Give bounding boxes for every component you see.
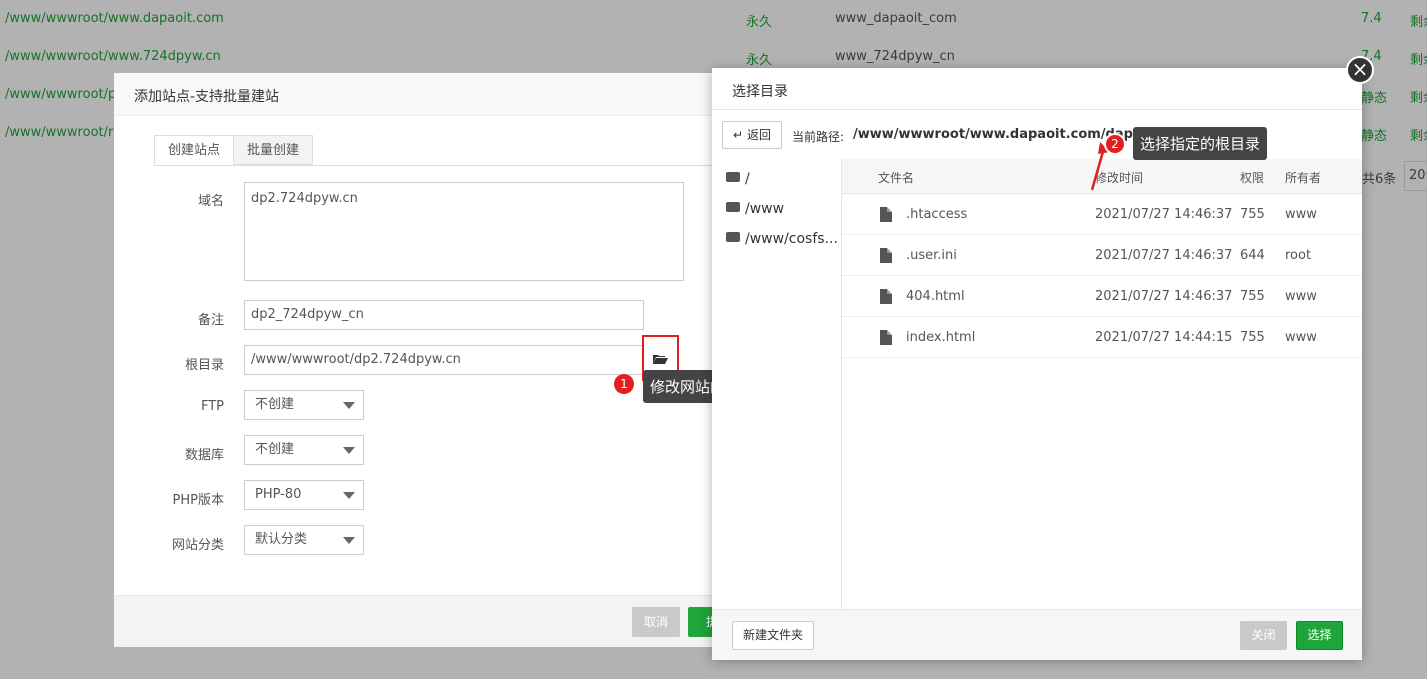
- disk-icon: [726, 172, 740, 182]
- file-perm: 644: [1240, 248, 1265, 263]
- col-owner[interactable]: 所有者: [1285, 169, 1321, 186]
- file-owner: www: [1285, 207, 1317, 222]
- file-name: .htaccess: [906, 207, 968, 222]
- current-path-label: 当前路径:: [792, 130, 845, 144]
- sidebar-item-cosfs[interactable]: /www/cosfs...: [726, 231, 838, 247]
- file-owner: root: [1285, 248, 1312, 263]
- db-label: 数据库: [184, 448, 224, 463]
- ftp-value: 不创建: [255, 397, 295, 412]
- ftp-label: FTP: [200, 399, 224, 414]
- table-row[interactable]: .user.ini 2021/07/27 14:46:37 644 root: [842, 235, 1362, 276]
- tab-create-site[interactable]: 创建站点: [154, 135, 234, 165]
- category-label: 网站分类: [171, 538, 224, 553]
- category-value: 默认分类: [255, 532, 308, 547]
- sidebar-item-label: /www: [745, 201, 785, 217]
- tab-divider: [154, 165, 714, 166]
- note-label: 备注: [197, 313, 224, 328]
- ftp-select[interactable]: 不创建: [244, 390, 364, 420]
- sidebar-item-label: /www/cosfs...: [745, 231, 838, 247]
- close-button[interactable]: 关闭: [1240, 621, 1287, 650]
- folder-open-icon[interactable]: [653, 353, 668, 364]
- dialog-footer: 取消 提: [114, 595, 736, 647]
- file-icon: [880, 207, 892, 222]
- chevron-down-icon: [343, 402, 355, 409]
- file-mtime: 2021/07/27 14:46:37: [1095, 289, 1233, 304]
- back-button[interactable]: ↵ 返回: [722, 121, 782, 149]
- php-label: PHP版本: [172, 493, 224, 508]
- step-2-badge: 2: [1104, 133, 1126, 155]
- php-value: PHP-80: [255, 487, 302, 502]
- db-select[interactable]: 不创建: [244, 435, 364, 465]
- dialog-header: 添加站点-支持批量建站: [114, 73, 734, 116]
- domain-textarea[interactable]: dp2.724dpyw.cn: [244, 182, 684, 281]
- back-arrow-icon: ↵: [733, 128, 744, 142]
- php-select[interactable]: PHP-80: [244, 480, 364, 510]
- file-name: 404.html: [906, 289, 965, 304]
- add-site-dialog: 添加站点-支持批量建站 创建站点 批量创建 域名 dp2.724dpyw.cn …: [114, 73, 736, 647]
- sidebar-item-root[interactable]: /: [726, 171, 750, 187]
- chevron-down-icon: [343, 447, 355, 454]
- note-input[interactable]: dp2_724dpyw_cn: [244, 300, 644, 330]
- root-dir-input[interactable]: /www/wwwroot/dp2.724dpyw.cn: [244, 345, 644, 375]
- chevron-down-icon: [343, 492, 355, 499]
- step-1-badge: 1: [614, 374, 634, 394]
- file-icon: [880, 289, 892, 304]
- sidebar-item-label: /: [745, 171, 750, 187]
- tab-batch-create[interactable]: 批量创建: [233, 135, 313, 165]
- table-row[interactable]: 404.html 2021/07/27 14:46:37 755 www: [842, 276, 1362, 317]
- domain-label: 域名: [197, 194, 224, 209]
- disk-icon: [726, 232, 740, 242]
- cancel-button[interactable]: 取消: [632, 607, 680, 637]
- file-name: .user.ini: [906, 248, 957, 263]
- select-button[interactable]: 选择: [1296, 621, 1343, 650]
- file-owner: www: [1285, 289, 1317, 304]
- file-mtime: 2021/07/27 14:46:37: [1095, 248, 1233, 263]
- back-label: 返回: [746, 128, 771, 142]
- col-name[interactable]: 文件名: [878, 169, 914, 186]
- new-folder-button[interactable]: 新建文件夹: [732, 621, 814, 650]
- file-mtime: 2021/07/27 14:44:15: [1095, 330, 1233, 345]
- table-row[interactable]: index.html 2021/07/27 14:44:15 755 www: [842, 317, 1362, 358]
- dialog-footer: 新建文件夹 关闭 选择: [712, 609, 1362, 660]
- db-value: 不创建: [255, 442, 295, 457]
- disk-icon: [726, 202, 740, 212]
- file-name: index.html: [906, 330, 976, 345]
- chevron-down-icon: [343, 537, 355, 544]
- dialog-title: 选择目录: [732, 84, 788, 100]
- file-perm: 755: [1240, 330, 1265, 345]
- sidebar-item-www[interactable]: /www: [726, 201, 784, 217]
- file-owner: www: [1285, 330, 1317, 345]
- dialog-header: 选择目录: [712, 68, 1362, 110]
- dir-sidebar: / /www /www/cosfs...: [712, 159, 842, 609]
- close-icon[interactable]: ×: [1346, 56, 1374, 84]
- table-row[interactable]: .htaccess 2021/07/27 14:46:37 755 www: [842, 194, 1362, 235]
- file-perm: 755: [1240, 207, 1265, 222]
- file-mtime: 2021/07/27 14:46:37: [1095, 207, 1233, 222]
- root-label: 根目录: [184, 358, 224, 373]
- file-perm: 755: [1240, 289, 1265, 304]
- category-select[interactable]: 默认分类: [244, 525, 364, 555]
- file-icon: [880, 248, 892, 263]
- step-2-tooltip: 选择指定的根目录: [1133, 127, 1268, 160]
- col-perm[interactable]: 权限: [1240, 169, 1264, 186]
- file-icon: [880, 330, 892, 345]
- dialog-title: 添加站点-支持批量建站: [134, 89, 280, 105]
